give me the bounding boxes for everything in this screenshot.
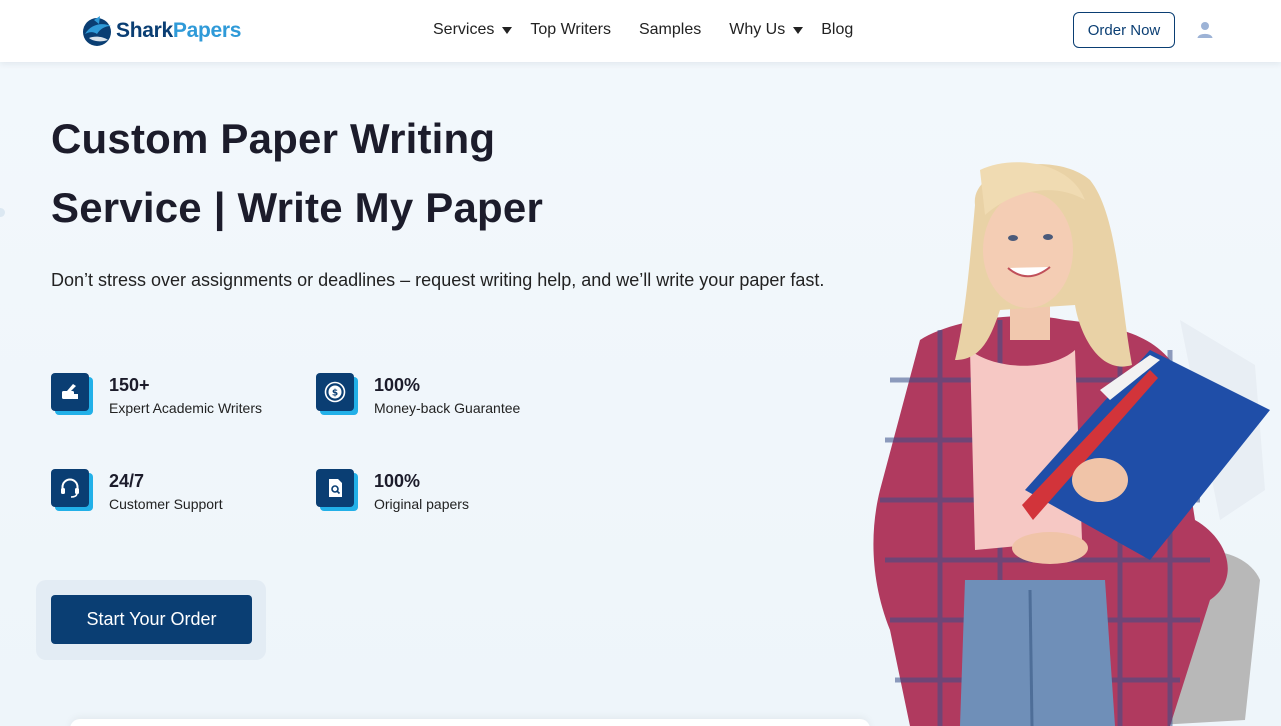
feature-value: 24/7 bbox=[109, 471, 145, 491]
writer-hand-icon bbox=[51, 373, 93, 415]
shark-logo-icon bbox=[83, 16, 111, 46]
hero-subtitle: Don’t stress over assignments or deadlin… bbox=[51, 270, 825, 290]
title-line-2: Service | Write My Paper bbox=[51, 184, 544, 231]
logo-text: SharkPapers bbox=[116, 19, 242, 42]
nav-item-label: Top Writers bbox=[530, 21, 611, 38]
feature-money-back: $ 100% Money-back Guarantee bbox=[316, 373, 520, 416]
nav-item-label: Blog bbox=[821, 21, 854, 38]
svg-text:$: $ bbox=[332, 389, 338, 399]
decorative-dot bbox=[0, 208, 5, 217]
start-order-button[interactable]: Start Your Order bbox=[51, 595, 252, 644]
logo[interactable]: SharkPapers bbox=[80, 13, 241, 49]
student-with-folders-photo bbox=[873, 162, 1270, 726]
chevron-down-icon bbox=[793, 27, 804, 34]
feature-original: 100% Original papers bbox=[316, 469, 469, 512]
title-line-1: Custom Paper Writing bbox=[51, 115, 496, 162]
page-title: Custom Paper Writing Service | Write My … bbox=[51, 104, 691, 242]
feature-label: Money-back Guarantee bbox=[374, 400, 521, 416]
nav-item-label: Samples bbox=[638, 21, 702, 38]
nav-item-label: Services bbox=[433, 21, 495, 38]
user-icon[interactable] bbox=[1195, 20, 1215, 40]
nav-item-samples[interactable]: Samples bbox=[639, 21, 701, 39]
content-card-edge bbox=[70, 719, 870, 726]
feature-label: Expert Academic Writers bbox=[109, 400, 263, 416]
chevron-down-icon bbox=[502, 27, 513, 34]
feature-value: 100% bbox=[374, 375, 421, 395]
feature-label: Customer Support bbox=[109, 496, 223, 512]
order-now-button[interactable]: Order Now bbox=[1073, 12, 1175, 48]
feature-label: Original papers bbox=[374, 496, 469, 512]
money-back-icon: $ bbox=[316, 373, 358, 415]
feature-support: 24/7 Customer Support bbox=[51, 469, 223, 512]
site-header: SharkPapers Services Top Writers Samples… bbox=[0, 0, 1281, 62]
feature-value: 150+ bbox=[109, 375, 150, 395]
nav-item-top-writers[interactable]: Top Writers bbox=[530, 21, 611, 39]
nav-item-blog[interactable]: Blog bbox=[821, 21, 853, 39]
headset-icon bbox=[51, 469, 93, 511]
main-nav: Services Top Writers Samples Why Us Blog bbox=[433, 20, 853, 40]
feature-value: 100% bbox=[374, 471, 421, 491]
nav-item-services[interactable]: Services bbox=[433, 21, 513, 39]
document-search-icon bbox=[316, 469, 358, 511]
feature-writers: 150+ Expert Academic Writers bbox=[51, 373, 262, 416]
nav-item-why-us[interactable]: Why Us bbox=[729, 21, 804, 39]
nav-item-label: Why Us bbox=[729, 21, 786, 38]
